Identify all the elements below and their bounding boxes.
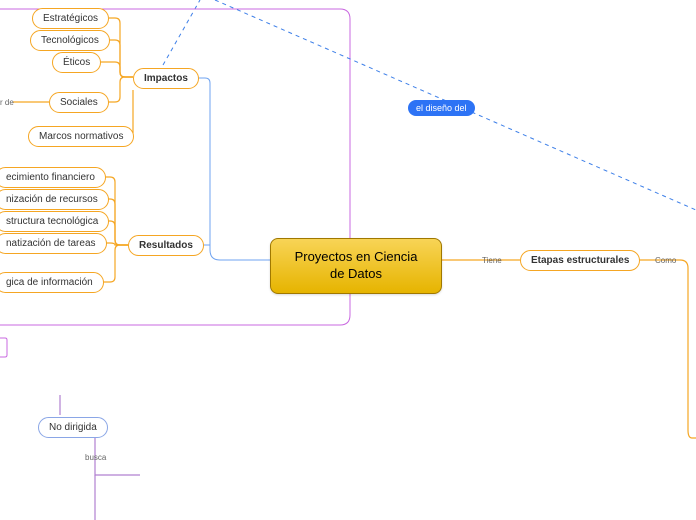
label-diseno: el diseño del	[416, 103, 467, 113]
node-tecnologicos[interactable]: Tecnológicos	[30, 30, 110, 51]
node-recursos[interactable]: nización de recursos	[0, 189, 109, 210]
node-etapas[interactable]: Etapas estructurales	[520, 250, 640, 271]
label-impactos: Impactos	[144, 73, 188, 84]
node-eticos[interactable]: Éticos	[52, 52, 101, 73]
central-title: Proyectos en Ciencia de Datos	[289, 249, 423, 283]
node-estrategicos[interactable]: Estratégicos	[32, 8, 109, 29]
central-node[interactable]: Proyectos en Ciencia de Datos	[270, 238, 442, 294]
node-sociales[interactable]: Sociales	[49, 92, 109, 113]
node-informacion[interactable]: gica de información	[0, 272, 104, 293]
node-diseno[interactable]: el diseño del	[408, 100, 475, 116]
label-eticos: Éticos	[63, 57, 90, 68]
label-etapas: Etapas estructurales	[531, 255, 629, 266]
node-impactos[interactable]: Impactos	[133, 68, 199, 89]
label-marcos: Marcos normativos	[39, 131, 123, 142]
label-estrategicos: Estratégicos	[43, 13, 98, 24]
label-sociales: Sociales	[60, 97, 98, 108]
label-tareas: natización de tareas	[6, 238, 96, 249]
label-informacion: gica de información	[6, 277, 93, 288]
label-tecnologicos: Tecnológicos	[41, 35, 99, 46]
node-financiero[interactable]: ecimiento financiero	[0, 167, 106, 188]
node-no-dirigida[interactable]: No dirigida	[38, 417, 108, 438]
label-resultados: Resultados	[139, 240, 193, 251]
label-tecnologica: structura tecnológica	[6, 216, 98, 227]
label-no-dirigida: No dirigida	[49, 422, 97, 433]
edge-label-tiene: Tiene	[482, 256, 502, 265]
node-tareas[interactable]: natización de tareas	[0, 233, 107, 254]
label-recursos: nización de recursos	[6, 194, 98, 205]
edge-label-busca: busca	[85, 453, 106, 462]
label-financiero: ecimiento financiero	[6, 172, 95, 183]
node-marcos[interactable]: Marcos normativos	[28, 126, 134, 147]
node-resultados[interactable]: Resultados	[128, 235, 204, 256]
side-label-rde: r de	[0, 98, 14, 107]
edge-label-como: Como	[655, 256, 676, 265]
node-tecnologica[interactable]: structura tecnológica	[0, 211, 109, 232]
